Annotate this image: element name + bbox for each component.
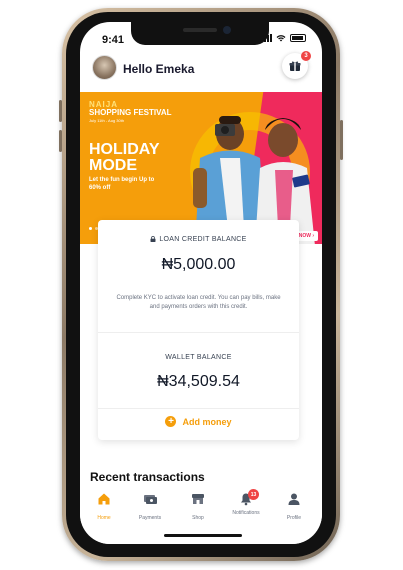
card-divider bbox=[98, 408, 299, 409]
nav-profile-label: Profile bbox=[286, 515, 302, 521]
banner-subtext: Let the fun begin Up to 60% off bbox=[89, 177, 155, 191]
home-icon bbox=[98, 493, 110, 505]
nav-shop[interactable]: Shop bbox=[174, 492, 222, 521]
wallet-balance-amount: ₦34,509.54 bbox=[157, 373, 240, 390]
shop-icon bbox=[192, 494, 204, 504]
app-header: Hello Emeka 3 bbox=[80, 51, 322, 92]
power-button bbox=[340, 120, 343, 160]
status-time: 9:41 bbox=[102, 34, 125, 46]
volume-up-button bbox=[59, 100, 62, 122]
wifi-icon bbox=[276, 35, 286, 42]
kyc-note: Complete KYC to activate loan credit. Yo… bbox=[116, 295, 281, 310]
payments-icon bbox=[144, 495, 157, 504]
home-indicator bbox=[164, 534, 242, 537]
nav-notifications[interactable]: 13 Notifications bbox=[222, 489, 270, 516]
plus-circle-icon: + bbox=[165, 416, 177, 427]
recent-transactions-heading: Recent transactions bbox=[90, 470, 205, 484]
phone-notch bbox=[131, 22, 269, 45]
card-divider bbox=[98, 332, 299, 333]
nav-notifications-label: Notifications bbox=[232, 510, 260, 516]
banner-headline: HOLIDAY MODE bbox=[89, 141, 160, 174]
nav-payments[interactable]: Payments bbox=[126, 492, 174, 521]
front-camera bbox=[223, 26, 231, 34]
nav-profile[interactable]: Profile bbox=[270, 492, 318, 521]
greeting-text: Hello Emeka bbox=[123, 62, 195, 76]
gift-icon bbox=[289, 61, 301, 71]
loan-credit-label: LOAN CREDIT BALANCE bbox=[159, 236, 247, 243]
festival-logo: NAIJA SHOPPING FESTIVAL July 11th - Aug … bbox=[89, 101, 172, 123]
bottom-nav: Home Payments Shop 13 Notifications Prof… bbox=[80, 484, 322, 544]
battery-icon bbox=[290, 34, 306, 42]
volume-down-button bbox=[59, 130, 62, 152]
nav-shop-label: Shop bbox=[192, 515, 204, 521]
phone-screen: 9:41 Hello Emeka 3 NAIJA SHOPPING FESTIV… bbox=[80, 22, 322, 544]
balance-card: LOAN CREDIT BALANCE ₦5,000.00 Complete K… bbox=[98, 220, 299, 440]
nav-home[interactable]: Home bbox=[80, 492, 128, 521]
wallet-balance-label: WALLET BALANCE bbox=[165, 354, 232, 361]
nav-payments-label: Payments bbox=[138, 515, 162, 521]
loan-credit-label-row: LOAN CREDIT BALANCE bbox=[98, 236, 299, 243]
logo-line2: SHOPPING FESTIVAL bbox=[89, 108, 172, 117]
logo-dates: July 11th - Aug 30th bbox=[89, 118, 125, 123]
add-money-label: Add money bbox=[182, 416, 232, 427]
nav-home-label: Home bbox=[97, 515, 111, 521]
profile-icon bbox=[288, 493, 300, 505]
carousel-dot[interactable] bbox=[89, 227, 92, 230]
gift-button[interactable]: 3 bbox=[282, 51, 311, 79]
notifications-badge: 13 bbox=[248, 489, 259, 500]
loan-credit-amount: ₦5,000.00 bbox=[161, 256, 236, 273]
speaker-grille bbox=[183, 28, 217, 32]
gift-badge: 3 bbox=[301, 51, 311, 61]
notifications-icon-wrapper: 13 bbox=[239, 489, 259, 506]
add-money-button[interactable]: + Add money bbox=[98, 416, 299, 427]
lock-icon bbox=[150, 236, 156, 242]
avatar[interactable] bbox=[92, 55, 117, 80]
